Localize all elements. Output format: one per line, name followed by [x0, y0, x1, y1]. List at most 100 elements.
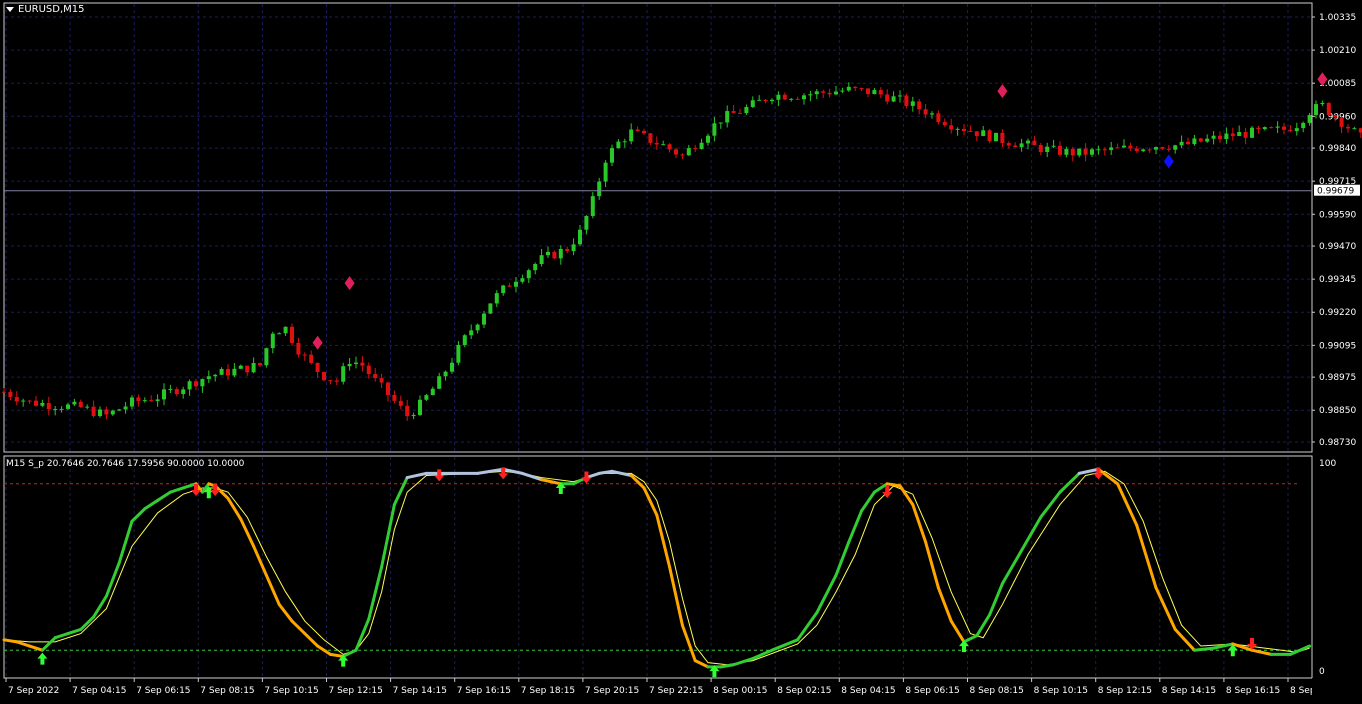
candle-body: [622, 141, 627, 143]
candle-body: [597, 181, 602, 197]
candle-body: [1141, 149, 1146, 152]
candle-body: [757, 99, 762, 101]
candle-body: [450, 362, 454, 372]
stochastic-main-segment: [380, 503, 396, 569]
sell-arrow-icon: [434, 469, 445, 482]
candle-body: [302, 354, 307, 356]
candle-body: [72, 401, 77, 405]
candle-body: [1096, 149, 1101, 151]
candle-body: [1339, 117, 1344, 127]
chart-title: EURUSD,M15: [6, 4, 84, 15]
stochastic-main-segment: [66, 627, 83, 636]
stochastic-main-segment: [1000, 548, 1024, 586]
candle-body: [904, 95, 909, 106]
stochastic-main-segment: [303, 632, 320, 648]
time-tick-label: 7 Sep 18:15: [521, 686, 575, 696]
candle-body: [1320, 102, 1325, 105]
candle-body: [437, 376, 442, 389]
candle-body: [187, 381, 192, 390]
stochastic-main-segment: [1058, 471, 1081, 494]
candle-body: [584, 216, 589, 230]
candle-body: [1000, 132, 1005, 144]
candle-body: [322, 371, 326, 381]
time-tick-label: 7 Sep 14:15: [393, 686, 447, 696]
stochastic-main-segment: [239, 517, 256, 548]
candle-body: [994, 132, 998, 142]
dropdown-triangle-icon[interactable]: [6, 7, 14, 12]
candle-body: [501, 285, 506, 294]
price-tick-label: 0.99960: [1319, 112, 1356, 122]
stochastic-main-segment: [949, 619, 966, 644]
candle-body: [1038, 144, 1043, 152]
candle-body: [27, 400, 32, 402]
chart-window[interactable]: 1.00335 1.00210 1.00085 0.99960 0.99840 0.997…: [0, 0, 1362, 700]
candle-body: [1346, 126, 1350, 129]
candle-body: [648, 133, 653, 143]
candle-body: [923, 109, 928, 115]
price-tick-label: 0.99220: [1319, 308, 1356, 318]
stochastic-main-segment: [1077, 467, 1100, 475]
candle-body: [949, 125, 954, 130]
stochastic-main-segment: [719, 663, 736, 669]
candle-body: [424, 395, 429, 400]
candle-body: [1058, 145, 1062, 155]
stochastic-main-segment: [290, 619, 307, 636]
stochastic-main-segment: [610, 469, 633, 477]
candle-body: [603, 162, 608, 182]
candle-body: [1314, 104, 1318, 116]
candle-body: [827, 92, 832, 95]
candle-body: [91, 406, 96, 417]
time-tick-label: 8 Sep 12:15: [1098, 686, 1152, 696]
stochastic-main-segment: [815, 573, 838, 615]
candle-body: [718, 122, 723, 124]
time-tick-label: 7 Sep 08:15: [200, 686, 254, 696]
candle-body: [616, 141, 621, 149]
price-tick-label: 0.98850: [1319, 406, 1356, 416]
stochastic-main-segment: [252, 544, 268, 577]
candle-body: [1083, 148, 1088, 155]
stochastic-main-segment: [924, 540, 940, 590]
candle-body: [430, 388, 435, 396]
candle-body: [866, 88, 870, 95]
candle-body: [98, 409, 102, 417]
candle-body: [552, 251, 557, 259]
candle-body: [885, 94, 890, 102]
signal-diamond-marker: [1163, 154, 1174, 169]
candle-body: [66, 404, 70, 409]
time-tick-label: 7 Sep 2022: [8, 686, 59, 696]
candle-body: [366, 365, 371, 375]
candle-body: [1294, 128, 1299, 132]
candle-body: [2, 391, 6, 393]
stochastic-signal-line: [3, 470, 1310, 666]
stochastic-main-segment: [40, 636, 57, 652]
stochastic-main-segment: [2, 638, 19, 644]
candle-body: [1224, 133, 1229, 140]
time-tick-label: 8 Sep 16:15: [1226, 686, 1280, 696]
candle-body: [629, 129, 634, 142]
candle-body: [104, 409, 109, 415]
candle-body: [968, 130, 973, 132]
price-tick-label: 0.99095: [1319, 341, 1356, 351]
candle-body: [1122, 145, 1126, 148]
candle-body: [789, 98, 794, 100]
candle-body: [539, 255, 544, 265]
candle-body: [181, 389, 186, 395]
candle-body: [59, 408, 64, 410]
candle-body: [194, 381, 198, 387]
candle-body: [386, 382, 390, 395]
candle-body: [891, 96, 896, 102]
candle-body: [1160, 147, 1165, 149]
candle-body: [373, 374, 378, 379]
candle-body: [411, 414, 416, 417]
candle-body: [725, 111, 730, 123]
chart-canvas[interactable]: 1.003351.002101.000850.999600.998400.997…: [0, 0, 1362, 700]
candle-body: [1070, 148, 1075, 156]
candle-body: [1230, 133, 1235, 136]
candle-body: [770, 99, 774, 102]
candle-body: [872, 90, 877, 95]
candle-body: [1243, 131, 1248, 138]
candle-body: [8, 391, 13, 398]
candle-body: [821, 91, 826, 93]
candle-body: [206, 376, 211, 380]
stochastic-main-segment: [693, 659, 710, 669]
